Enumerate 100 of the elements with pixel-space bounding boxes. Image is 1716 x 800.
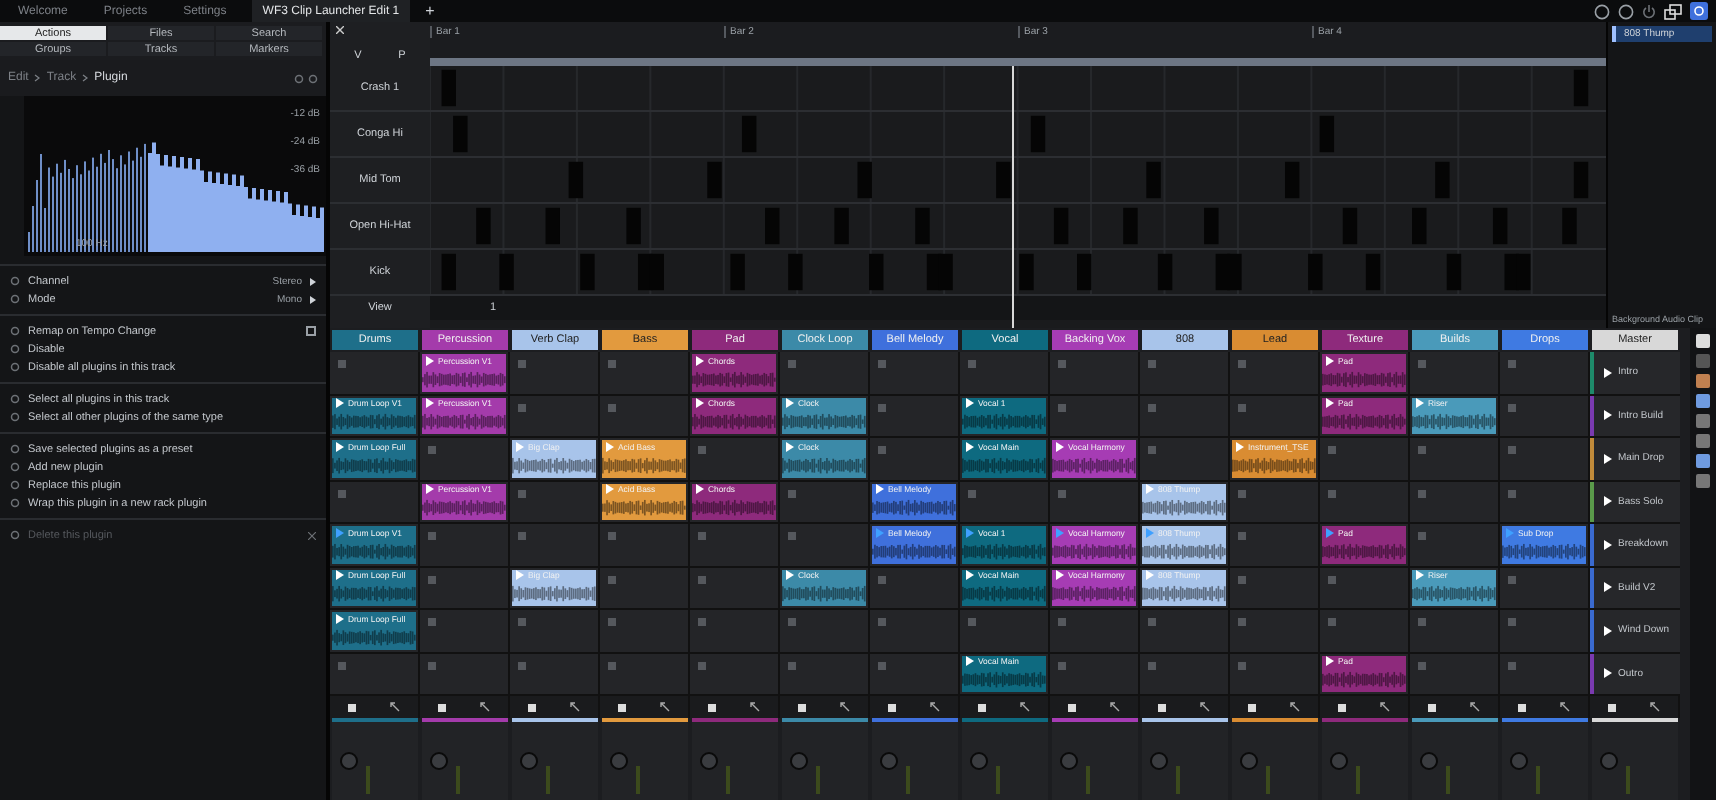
settings-icon[interactable] — [1690, 2, 1708, 20]
pan-knob[interactable] — [790, 752, 808, 770]
stop-button[interactable] — [707, 703, 716, 711]
waveform-drawing — [782, 410, 866, 434]
pan-knob[interactable] — [970, 752, 988, 770]
waveform-drawing — [332, 410, 416, 434]
pan-knob[interactable] — [1600, 752, 1618, 770]
play-icon[interactable] — [1604, 668, 1612, 679]
waveform-drawing — [962, 668, 1046, 692]
waveform-drawing — [1502, 539, 1586, 563]
pan-knob[interactable] — [1060, 752, 1078, 770]
waveform-drawing — [1142, 582, 1226, 606]
pan-knob[interactable] — [1150, 752, 1168, 770]
waveform-drawing — [512, 582, 596, 606]
waveform-drawing — [1322, 668, 1406, 692]
waveform-drawing — [872, 539, 956, 563]
play-icon[interactable] — [696, 355, 704, 366]
waveform-drawing — [962, 453, 1046, 477]
chevron-icon — [82, 74, 89, 82]
stop-button[interactable] — [1517, 703, 1526, 711]
play-icon[interactable] — [1604, 367, 1612, 378]
waveform-drawing — [602, 496, 686, 520]
waveform-drawing — [332, 582, 416, 606]
waveform-drawing — [332, 625, 416, 649]
waveform-drawing — [1232, 453, 1316, 477]
waveform-drawing — [692, 496, 776, 520]
caret-icon — [310, 295, 316, 303]
waveform-drawing — [1142, 496, 1226, 520]
waveform-drawing — [1052, 453, 1136, 477]
pan-knob[interactable] — [520, 752, 538, 770]
play-icon[interactable] — [1326, 656, 1334, 667]
waveform-drawing — [332, 539, 416, 563]
close-icon — [308, 531, 316, 539]
waveform-drawing — [1322, 539, 1406, 563]
play-icon[interactable] — [1604, 582, 1612, 593]
stop-button[interactable] — [1427, 703, 1436, 711]
checkbox[interactable] — [306, 326, 316, 336]
pan-knob[interactable] — [700, 752, 718, 770]
circle-icon[interactable] — [1618, 3, 1634, 19]
pan-knob[interactable] — [1240, 752, 1258, 770]
waveform-drawing — [782, 582, 866, 606]
stop-button[interactable] — [437, 703, 446, 711]
stop-button[interactable] — [1247, 703, 1256, 711]
waveform-drawing — [692, 367, 776, 391]
waveform-drawing — [782, 453, 866, 477]
stop-button[interactable] — [1337, 703, 1346, 711]
play-icon[interactable] — [696, 484, 704, 495]
play-icon[interactable] — [1604, 539, 1612, 550]
play-icon[interactable] — [966, 570, 974, 581]
waveform-drawing — [1322, 410, 1406, 434]
waveform-drawing — [1052, 582, 1136, 606]
play-icon[interactable] — [1604, 453, 1612, 464]
pan-knob[interactable] — [340, 752, 358, 770]
waveform-drawing — [962, 539, 1046, 563]
waveform-drawing — [422, 496, 506, 520]
waveform-drawing — [1412, 582, 1496, 606]
caret-icon — [310, 277, 316, 285]
waveform-drawing — [962, 410, 1046, 434]
stop-button[interactable] — [977, 703, 986, 711]
waveform-drawing — [692, 410, 776, 434]
stop-button[interactable] — [617, 703, 626, 711]
waveform-drawing — [422, 367, 506, 391]
waveform-drawing — [872, 496, 956, 520]
stop-button[interactable] — [347, 703, 356, 711]
stop-button[interactable] — [1607, 703, 1616, 711]
play-icon[interactable] — [1604, 410, 1612, 421]
waveform-drawing — [602, 453, 686, 477]
play-icon[interactable] — [966, 656, 974, 667]
windows-icon[interactable] — [1664, 3, 1682, 19]
stop-button[interactable] — [527, 703, 536, 711]
stop-button[interactable] — [1067, 703, 1076, 711]
play-icon[interactable] — [1604, 625, 1612, 636]
waveform-drawing — [1142, 539, 1226, 563]
stop-button[interactable] — [1157, 703, 1166, 711]
waveform-drawing — [1052, 539, 1136, 563]
pan-knob[interactable] — [880, 752, 898, 770]
waveform-drawing — [1412, 410, 1496, 434]
waveform-drawing — [962, 582, 1046, 606]
play-icon[interactable] — [966, 398, 974, 409]
pan-knob[interactable] — [1510, 752, 1528, 770]
stop-button[interactable] — [887, 703, 896, 711]
waveform-drawing — [512, 453, 596, 477]
pan-knob[interactable] — [610, 752, 628, 770]
play-icon[interactable] — [696, 398, 704, 409]
pan-knob[interactable] — [1330, 752, 1348, 770]
waveform-drawing — [332, 453, 416, 477]
close-icon[interactable] — [336, 26, 344, 34]
chevron-icon — [34, 74, 41, 82]
pan-knob[interactable] — [1420, 752, 1438, 770]
waveform-drawing — [1322, 367, 1406, 391]
play-icon[interactable] — [966, 441, 974, 452]
circle-icon[interactable] — [1594, 3, 1610, 19]
play-icon[interactable] — [1326, 398, 1334, 409]
power-icon[interactable] — [1642, 3, 1656, 19]
play-icon[interactable] — [1326, 355, 1334, 366]
new-tab-button[interactable]: + — [425, 2, 435, 20]
pan-knob[interactable] — [430, 752, 448, 770]
play-icon[interactable] — [1604, 496, 1612, 507]
stop-button[interactable] — [797, 703, 806, 711]
waveform-drawing — [422, 410, 506, 434]
